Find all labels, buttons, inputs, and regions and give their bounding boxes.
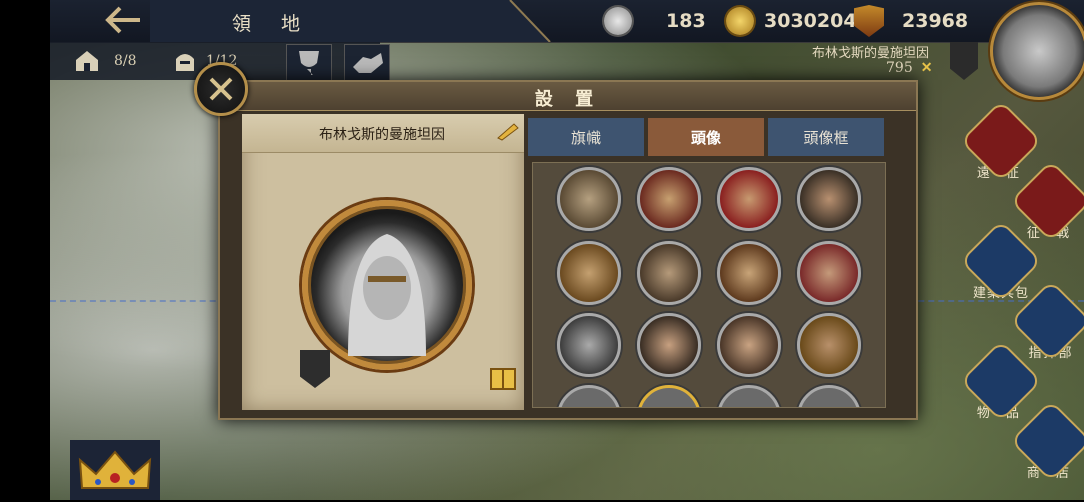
crest-icon	[854, 5, 884, 37]
player-avatar[interactable]	[990, 2, 1084, 100]
knight-portrait	[348, 234, 426, 356]
avatar-option-2[interactable]	[637, 167, 701, 231]
side-menu-headquarters[interactable]: 指揮部	[1012, 282, 1084, 361]
quill-icon	[497, 123, 519, 141]
avatar-option-8[interactable]	[797, 241, 861, 305]
side-menu-expedition[interactable]: 遠 征	[962, 102, 1040, 181]
crest-resource[interactable]: 23968	[854, 5, 969, 37]
tab-avatar-frame[interactable]: 頭像框	[768, 118, 884, 156]
book-button[interactable]	[488, 364, 518, 394]
crest-value: 23968	[902, 10, 969, 32]
close-button[interactable]	[194, 62, 248, 116]
side-menu-shop[interactable]: 商 店	[1012, 402, 1084, 481]
tab-label: 頭像框	[803, 128, 849, 147]
trophy-button[interactable]	[286, 44, 332, 82]
selected-avatar	[302, 200, 472, 370]
buildings-counter[interactable]: 8/8	[74, 49, 137, 73]
side-menu-items[interactable]: 物 品	[962, 342, 1040, 421]
avatar-option-12[interactable]	[797, 313, 861, 377]
avatar-option-1[interactable]	[557, 167, 621, 231]
tab-label: 旗幟	[570, 128, 601, 147]
crown-icon[interactable]	[70, 440, 160, 500]
title-plate	[150, 0, 551, 42]
avatar-option-13[interactable]	[557, 385, 621, 407]
profile-panel: 布林戈斯的曼施坦因	[242, 114, 524, 410]
player-score: 795 ✕	[886, 60, 932, 76]
tab-avatar[interactable]: 頭像	[648, 118, 764, 156]
avatar-option-9[interactable]	[557, 313, 621, 377]
avatar-option-16[interactable]	[797, 385, 861, 407]
avatar-selection-panel: 旗幟 頭像 頭像框	[526, 114, 890, 414]
house-icon	[76, 51, 98, 71]
avatar-option-5[interactable]	[557, 241, 621, 305]
close-icon	[209, 77, 233, 101]
back-button[interactable]	[95, 3, 153, 37]
side-menu-war[interactable]: 征 戰	[1012, 162, 1084, 241]
avatar-option-3[interactable]	[717, 167, 781, 231]
gold-coin-icon	[726, 7, 754, 35]
trophy-icon	[299, 51, 319, 75]
avatar-grid	[532, 162, 886, 408]
back-arrow-icon	[105, 6, 140, 34]
silver-resource[interactable]: 183	[604, 6, 706, 36]
silver-coin-icon	[604, 7, 632, 35]
banner-shield-icon[interactable]	[300, 350, 330, 388]
swords-icon: ✕	[920, 60, 933, 76]
avatar-option-7[interactable]	[717, 241, 781, 305]
alliance-button[interactable]	[344, 44, 390, 82]
buildings-value: 8/8	[114, 53, 137, 69]
avatar-option-15[interactable]	[717, 385, 781, 407]
gold-resource[interactable]: 3030204	[726, 6, 857, 36]
silver-value: 183	[666, 10, 706, 32]
profile-name: 布林戈斯的曼施坦因	[319, 127, 445, 143]
handshake-icon	[353, 53, 383, 73]
side-menu-building[interactable]: 建築兵包	[962, 222, 1040, 301]
edit-name-button[interactable]	[496, 122, 520, 142]
tab-banner[interactable]: 旗幟	[528, 118, 644, 156]
settings-dialog: 設 置 布林戈斯的曼施坦因 旗幟 頭像 頭像框	[218, 80, 918, 420]
avatar-option-11[interactable]	[717, 313, 781, 377]
gold-value: 3030204	[764, 10, 857, 32]
tab-label: 頭像	[690, 128, 721, 147]
avatar-option-14[interactable]	[637, 385, 701, 407]
avatar-option-10[interactable]	[637, 313, 701, 377]
page-title: 領 地	[232, 13, 313, 35]
book-icon	[490, 368, 516, 390]
player-score-value: 795	[886, 60, 913, 76]
avatar-option-6[interactable]	[637, 241, 701, 305]
helmet-icon	[176, 54, 194, 71]
dialog-title: 設 置	[534, 89, 602, 110]
player-name: 布林戈斯的曼施坦因	[812, 46, 930, 61]
avatar-option-4[interactable]	[797, 167, 861, 231]
